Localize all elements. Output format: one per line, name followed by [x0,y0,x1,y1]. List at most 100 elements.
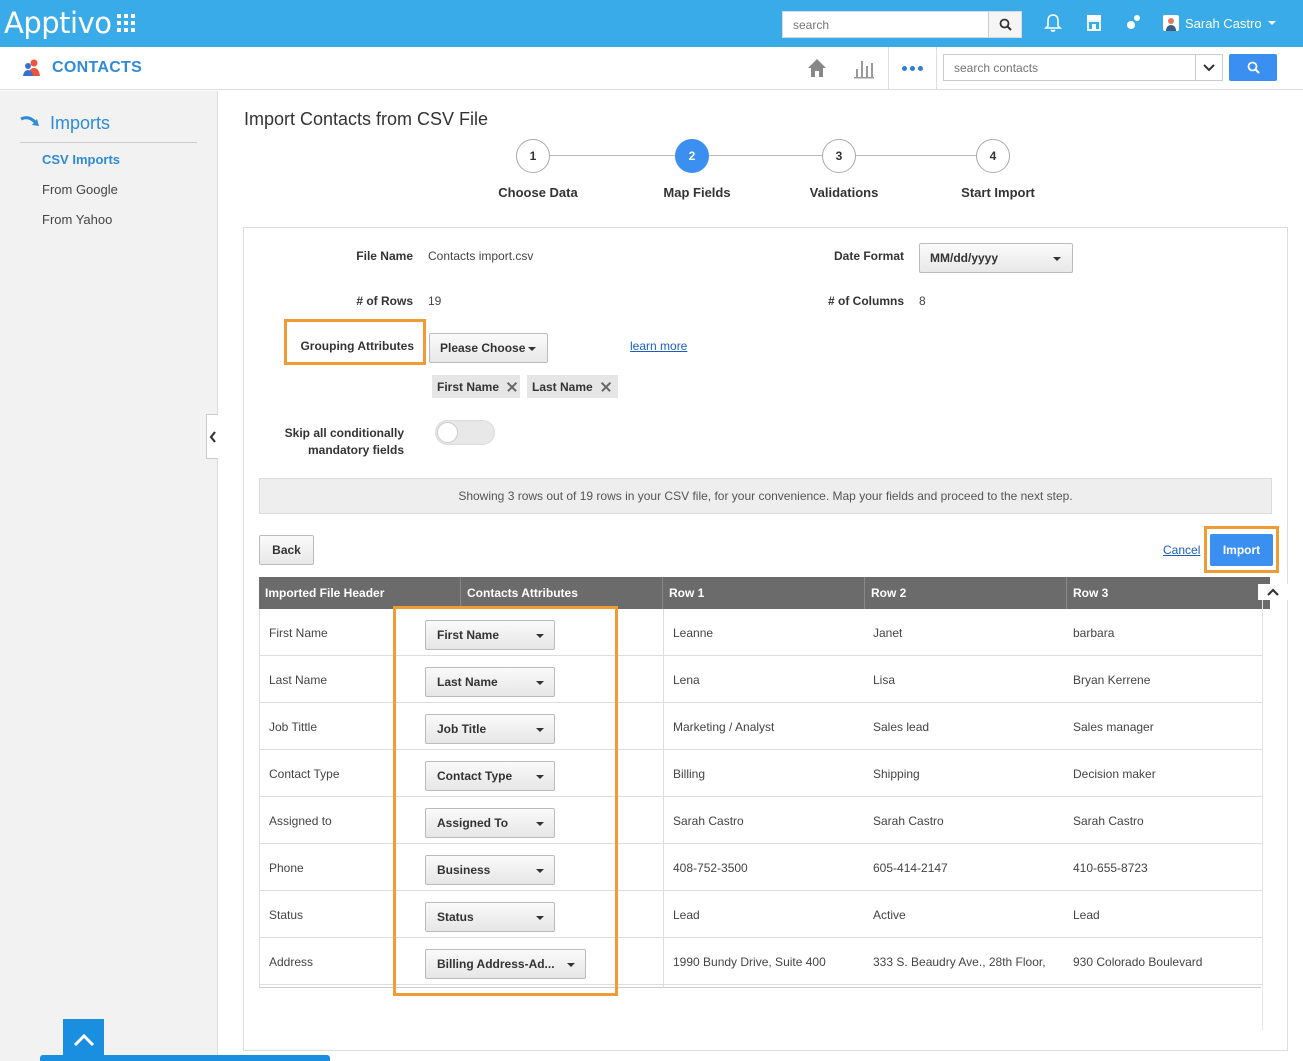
imported-header-cell: First Name [269,625,328,640]
apptivo-logo[interactable]: Apptivo [4,6,112,40]
contact-search-input[interactable] [944,55,1194,80]
sidebar-heading[interactable]: Imports [20,113,197,143]
module-title-label: CONTACTS [52,59,143,76]
sidebar-item-from-google[interactable]: From Google [42,182,118,197]
row-2-cell: Shipping [873,766,920,781]
step-3-circle[interactable]: 3 [822,139,856,173]
store-icon[interactable] [1085,13,1105,33]
row-2-cell: 333 S. Beaudry Ave., 28th Floor, [873,954,1046,969]
row-3-cell: Sarah Castro [1073,813,1144,828]
chevron-down-icon[interactable] [1195,55,1222,80]
grouping-attributes-label: Grouping Attributes [300,339,414,353]
col-imported-header: Imported File Header [259,577,461,609]
sidebar-item-csv-imports[interactable]: CSV Imports [42,152,120,167]
date-format-label: Date Format [833,249,904,263]
sidebar-heading-label: Imports [50,113,111,133]
row-2-cell: Active [873,907,906,922]
step-2-circle[interactable]: 2 [675,139,709,173]
col-row-1: Row 1 [663,577,865,609]
rows-label: # of Rows [356,294,413,308]
chevron-down-icon [528,347,536,351]
imported-header-cell: Last Name [269,672,328,687]
table-scrollbar[interactable] [1262,600,1272,1030]
grouping-select[interactable]: Please Choose [429,333,548,363]
chevron-up-icon [73,1033,94,1047]
row-3-cell: Lead [1073,907,1100,922]
step-2-label: Map Fields [663,185,731,200]
skip-label-line1: Skip all conditionally [284,426,404,440]
search-icon [1247,61,1260,74]
chevron-left-icon [209,430,216,443]
col-row-2: Row 2 [865,577,1067,609]
module-bar: CONTACTS [0,47,1303,90]
bell-icon[interactable] [1044,13,1064,33]
contact-search [943,54,1223,81]
imported-header-cell: Address [269,954,314,969]
skip-mandatory-toggle[interactable] [435,420,495,445]
cancel-link[interactable]: Cancel [1163,543,1200,557]
imported-header-cell: Assigned to [269,813,332,828]
top-navbar: Apptivo Sarah Castro [0,0,1303,47]
row-3-cell: 410-655-8723 [1073,860,1148,875]
imported-header-cell: Contact Type [269,766,340,781]
sidebar-item-from-yahoo[interactable]: From Yahoo [42,212,112,227]
table-scroll-up-button[interactable] [1258,584,1288,600]
attributes-highlight [393,606,618,996]
row-1-cell: Marketing / Analyst [673,719,775,734]
row-3-cell: Bryan Kerrene [1073,672,1151,687]
steps-connector [550,155,990,156]
close-icon[interactable] [599,380,613,394]
date-format-select[interactable]: MM/dd/yyyy [919,243,1073,273]
chevron-down-icon [1267,21,1276,25]
grouping-select-value: Please Choose [440,341,526,355]
collapse-sidebar-button[interactable] [206,414,218,459]
row-3-cell: Decision maker [1073,766,1156,781]
bar-chart-icon[interactable] [853,57,875,79]
row-1-cell: 408-752-3500 [673,860,748,875]
app-grid-icon[interactable] [117,14,135,32]
chip-first-name: First Name [432,375,520,398]
bottom-strip [40,1055,330,1061]
columns-label: # of Columns [827,294,904,308]
learn-more-link[interactable]: learn more [630,339,687,353]
date-format-value: MM/dd/yyyy [930,251,999,265]
import-button[interactable]: Import [1210,534,1273,566]
row-3-cell: Sales manager [1073,719,1154,734]
chip-label: First Name [437,379,500,394]
row-2-cell: 605-414-2147 [873,860,948,875]
row-2-cell: Sarah Castro [873,813,944,828]
search-icon[interactable] [988,12,1021,37]
imported-header-cell: Job Tittle [269,719,318,734]
file-name-label: File Name [356,249,413,263]
module-title[interactable]: CONTACTS [22,58,142,78]
more-options-icon[interactable] [888,47,937,90]
row-1-cell: Lead [673,907,700,922]
row-1-cell: 1990 Bundy Drive, Suite 400 [673,954,826,969]
chevron-up-icon [1267,588,1279,596]
row-1-cell: Sarah Castro [673,813,744,828]
back-button[interactable]: Back [259,535,314,565]
col-contacts-attributes: Contacts Attributes [461,577,663,609]
row-2-cell: Lisa [873,672,896,687]
row-1-cell: Leanne [673,625,714,640]
close-icon[interactable] [505,380,519,394]
chevron-down-icon [1053,257,1061,261]
row-2-cell: Sales lead [873,719,930,734]
file-name-value: Contacts import.csv [428,249,534,263]
user-menu[interactable]: Sarah Castro [1163,15,1276,31]
home-icon[interactable] [806,57,828,79]
avatar [1163,15,1179,31]
chip-label: Last Name [532,379,593,394]
row-2-cell: Janet [873,625,903,640]
step-1-circle[interactable]: 1 [516,139,550,173]
contact-search-button[interactable] [1229,54,1277,81]
col-row-3: Row 3 [1073,586,1109,600]
skip-mandatory-label: Skip all conditionally mandatory fields [270,425,404,459]
step-3-label: Validations [809,185,879,200]
row-1-cell: Lena [673,672,700,687]
rows-value: 19 [428,294,442,308]
mapping-table-header: Imported File Header Contacts Attributes… [259,577,1270,609]
global-search-input[interactable] [783,12,988,37]
step-4-circle[interactable]: 4 [976,139,1010,173]
users-icon[interactable] [1124,13,1144,33]
